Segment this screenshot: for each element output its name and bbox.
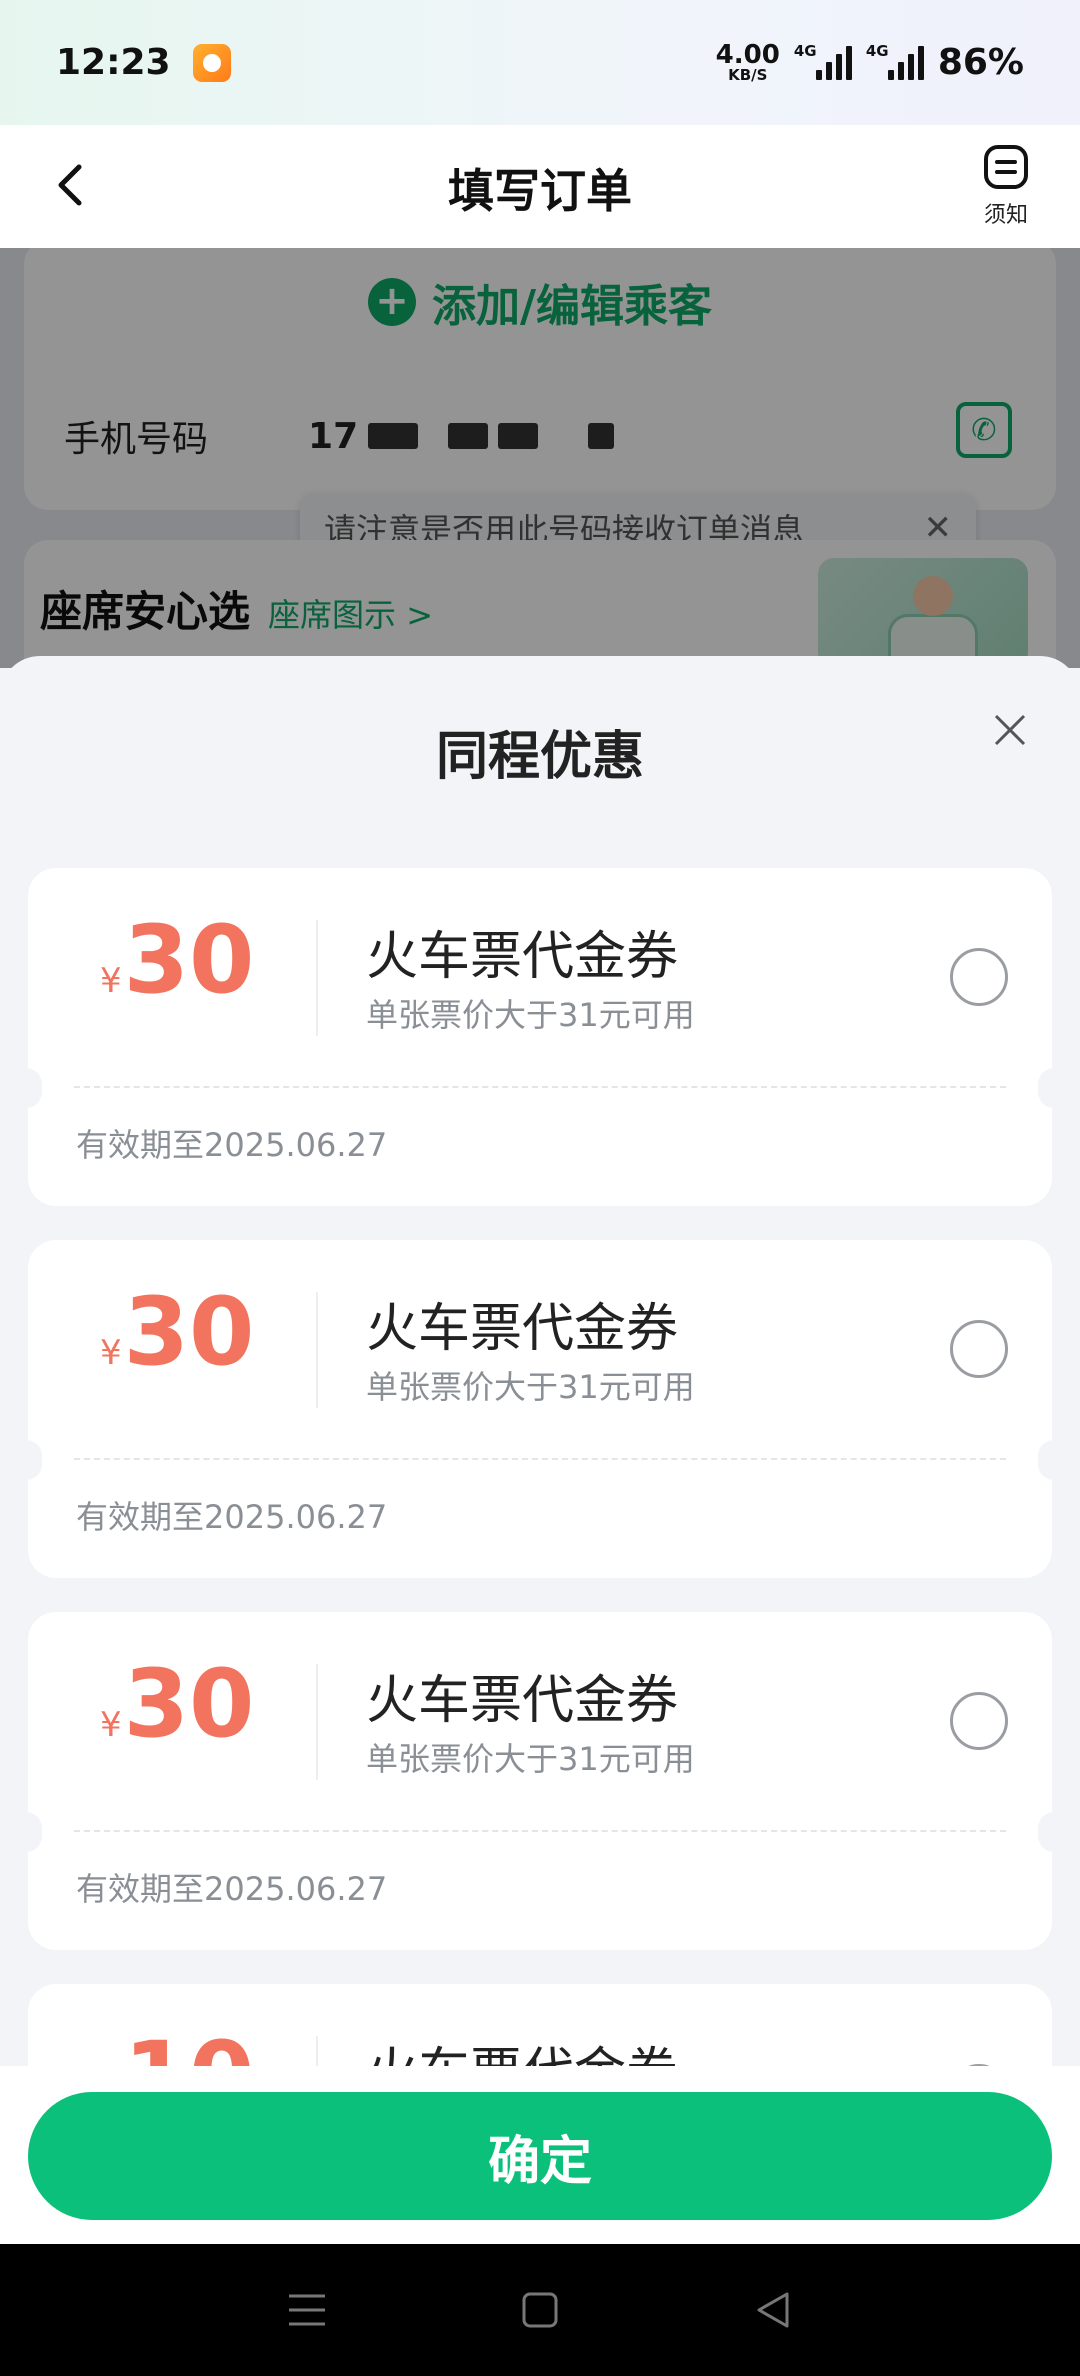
notice-button[interactable]: 须知 <box>970 143 1042 229</box>
sheet-title: 同程优惠 <box>435 727 644 787</box>
coupon-radio[interactable] <box>950 948 1008 1006</box>
coupon-name: 火车票代金券 <box>366 1671 679 1731</box>
coupon-amount: ¥ 30 <box>100 1278 255 1387</box>
signal-icon: 4G <box>866 42 924 80</box>
app-notification-icon <box>192 43 231 82</box>
back-triangle-icon <box>757 2292 789 2328</box>
coupon-name: 火车票代金券 <box>366 1299 679 1359</box>
notice-label: 须知 <box>983 203 1028 228</box>
coupon-validity: 有效期至2025.06.27 <box>76 1870 388 1908</box>
nav-back-button[interactable] <box>743 2280 803 2340</box>
coupon-validity: 有效期至2025.06.27 <box>76 1498 388 1536</box>
battery-level: 86% <box>937 42 1024 83</box>
system-nav-bar <box>0 2244 1080 2376</box>
coupon-card[interactable]: ¥ 30 火车票代金券 单张票价大于31元可用 有效期至2025.06.27 <box>10 868 1070 1206</box>
close-icon <box>994 714 1026 746</box>
menu-icon <box>288 2294 325 2326</box>
coupon-card[interactable]: ¥ 30 火车票代金券 单张票价大于31元可用 有效期至2025.06.27 <box>10 1240 1070 1578</box>
close-button[interactable] <box>984 704 1036 756</box>
net-speed: 4.00 KB/S <box>715 40 780 84</box>
app-header: 填写订单 须知 <box>0 125 1080 248</box>
nav-menu-button[interactable] <box>277 2280 337 2340</box>
home-square-icon <box>522 2292 558 2328</box>
status-indicators: 4.00 KB/S 4G 4G 86% <box>715 40 1024 84</box>
nav-home-button[interactable] <box>510 2280 570 2340</box>
notice-icon <box>984 145 1028 189</box>
coupon-amount: ¥ 30 <box>100 906 255 1015</box>
status-time: 12:23 <box>56 42 171 83</box>
coupon-condition: 单张票价大于31元可用 <box>366 996 695 1034</box>
confirm-bar: 确定 <box>0 2066 1080 2244</box>
coupon-name: 火车票代金券 <box>366 927 679 987</box>
dim-overlay[interactable] <box>0 248 1080 668</box>
coupon-amount: ¥ 30 <box>100 1650 255 1759</box>
coupon-sheet: 同程优惠 ¥ 30 火车票代金券 单张票价大于31元可用 有效期至2025.06… <box>0 656 1080 2244</box>
coupon-condition: 单张票价大于31元可用 <box>366 1368 695 1406</box>
page-title: 填写订单 <box>448 164 632 218</box>
coupon-card[interactable]: ¥ 30 火车票代金券 单张票价大于31元可用 有效期至2025.06.27 <box>10 1612 1070 1950</box>
signal-icon: 4G <box>794 42 852 80</box>
confirm-button[interactable]: 确定 <box>28 2092 1052 2220</box>
status-bar: 12:23 4.00 KB/S 4G 4G 86% <box>0 0 1080 125</box>
coupon-radio[interactable] <box>950 1320 1008 1378</box>
coupon-validity: 有效期至2025.06.27 <box>76 1126 388 1164</box>
coupon-radio[interactable] <box>950 1692 1008 1750</box>
coupon-condition: 单张票价大于31元可用 <box>366 1740 695 1778</box>
